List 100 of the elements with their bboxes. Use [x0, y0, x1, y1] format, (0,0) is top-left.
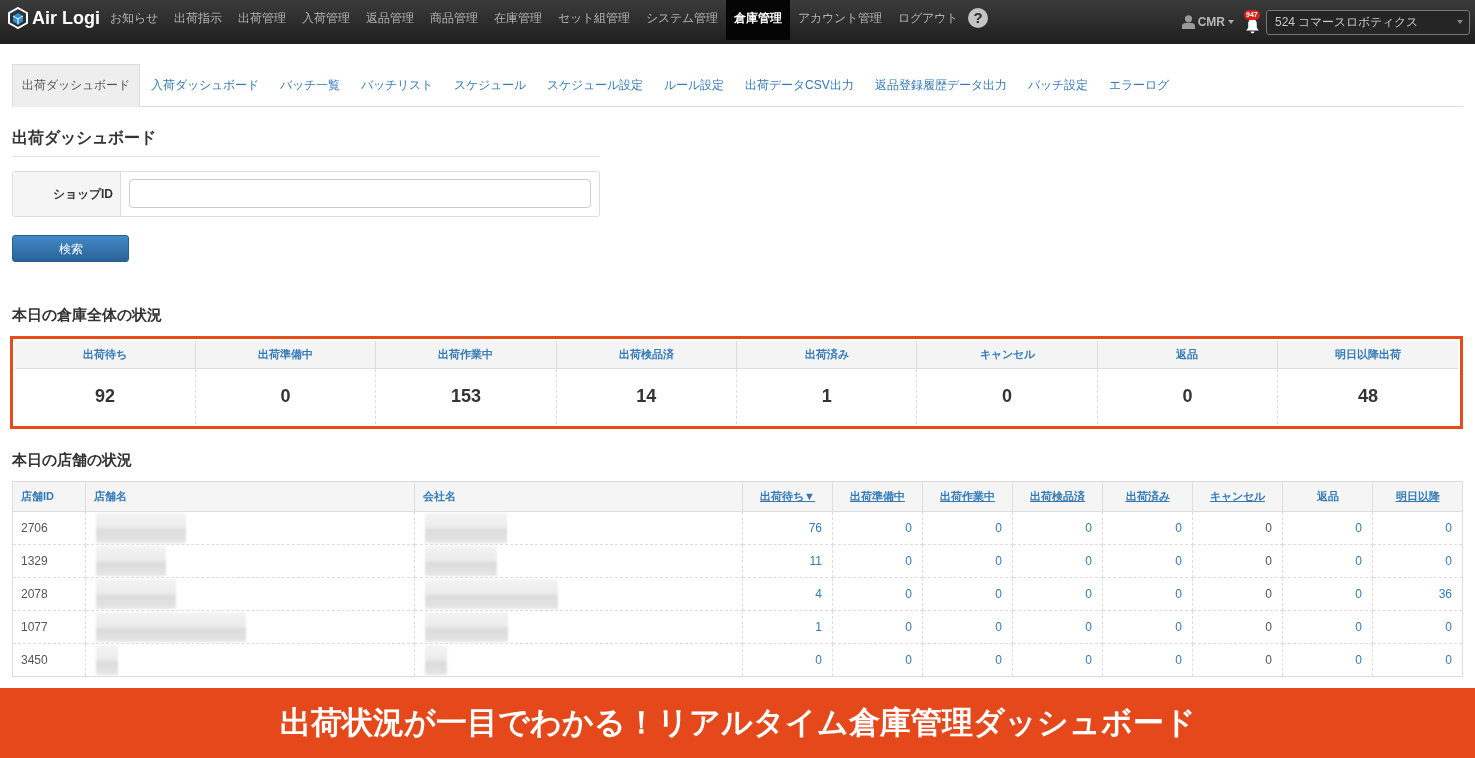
tab[interactable]: バッチ一覧 [270, 64, 350, 107]
table-cell: 0 [1192, 610, 1283, 644]
nav-menu-item[interactable]: セット組管理 [550, 0, 638, 40]
count-link[interactable]: 0 [995, 653, 1002, 667]
blurred-text [424, 645, 447, 675]
shop-id-input[interactable] [129, 179, 591, 208]
nav-menu-item[interactable]: システム管理 [638, 0, 726, 40]
count-link[interactable]: 0 [905, 653, 912, 667]
tab[interactable]: バッチ設定 [1017, 64, 1098, 107]
count-link[interactable]: 0 [1085, 620, 1092, 634]
count-link[interactable]: 0 [905, 554, 912, 568]
status-count: 92 [15, 368, 196, 424]
count-link[interactable]: 0 [1355, 521, 1362, 535]
column-header: キャンセル [916, 341, 1098, 368]
tab[interactable]: スケジュール設定 [537, 64, 653, 107]
count-link[interactable]: 0 [1445, 554, 1452, 568]
tab[interactable]: 入荷ダッシュボード [141, 64, 269, 107]
tab[interactable]: エラーログ [1098, 64, 1179, 107]
nav-menu-item[interactable]: 在庫管理 [486, 0, 550, 40]
tab[interactable]: 返品登録履歴データ出力 [864, 64, 1017, 107]
nav-menu-item[interactable]: 倉庫管理 [726, 0, 790, 40]
count-link[interactable]: 0 [1445, 521, 1452, 535]
column-header: 出荷待ち [15, 341, 196, 368]
count-link[interactable]: 4 [815, 587, 822, 601]
count-link[interactable]: 0 [995, 521, 1002, 535]
count-link[interactable]: 0 [1085, 554, 1092, 568]
table-cell: 1077 [12, 610, 86, 644]
count-link[interactable]: 0 [1445, 653, 1452, 667]
count-link[interactable]: 0 [995, 554, 1002, 568]
warehouse-select[interactable]: 524 コマースロボティクス [1266, 9, 1470, 35]
count-link[interactable]: 0 [1085, 587, 1092, 601]
cube-logo-icon [8, 7, 28, 29]
count-link[interactable]: 0 [1175, 554, 1182, 568]
table-cell: 0 [1192, 577, 1283, 611]
column-header: 店舗名 [85, 481, 414, 512]
column-header: 会社名 [414, 481, 743, 512]
table-cell: 0 [1192, 511, 1283, 545]
logo-link[interactable]: Air Logi [8, 0, 100, 36]
status-count: 0 [916, 368, 1098, 424]
count-link[interactable]: 0 [995, 620, 1002, 634]
column-header: 出荷検品済 [556, 341, 737, 368]
page-title: 出荷ダッシュボード [12, 128, 600, 157]
count-link[interactable]: 0 [995, 587, 1002, 601]
tab[interactable]: スケジュール [444, 64, 536, 107]
count-link[interactable]: 0 [905, 521, 912, 535]
caret-icon [1228, 20, 1234, 24]
section-title: 本日の倉庫全体の状況 [12, 305, 163, 325]
tab[interactable]: バッチリスト [351, 64, 443, 107]
count-link[interactable]: 0 [1175, 587, 1182, 601]
column-header: 明日以降出荷 [1277, 341, 1458, 368]
tab[interactable]: 出荷データCSV出力 [735, 64, 864, 107]
caption-banner: 出荷状況が一目でわかる！リアルタイム倉庫管理ダッシュボード [0, 688, 1475, 758]
count-link[interactable]: 0 [1355, 554, 1362, 568]
count-link[interactable]: 0 [1085, 521, 1092, 535]
column-header: 店舗ID [12, 481, 86, 512]
count-link[interactable]: 0 [1175, 521, 1182, 535]
table-cell: 0 [1192, 544, 1283, 578]
column-header: 出荷準備中 [195, 341, 376, 368]
table-cell: 2078 [12, 577, 86, 611]
count-link[interactable]: 0 [1355, 653, 1362, 667]
nav-menu-item[interactable]: 出荷指示 [166, 0, 230, 40]
count-link[interactable]: 0 [1175, 653, 1182, 667]
user-icon [1181, 15, 1195, 29]
count-link[interactable]: 0 [1355, 620, 1362, 634]
tab[interactable]: ルール設定 [654, 64, 734, 107]
status-count: 153 [375, 368, 557, 424]
nav-menu-item[interactable]: 入荷管理 [294, 0, 358, 40]
count-link[interactable]: 11 [809, 554, 822, 568]
count-link[interactable]: 0 [905, 620, 912, 634]
tab[interactable]: 出荷ダッシュボード [12, 64, 140, 107]
nav-menu-item[interactable]: ログアウト [890, 0, 966, 40]
field-label: ショップID [13, 172, 121, 216]
count-link[interactable]: 0 [1175, 620, 1182, 634]
nav-menu-item[interactable]: 出荷管理 [230, 0, 294, 40]
count-link[interactable]: 76 [808, 521, 822, 535]
nav-menu-item[interactable]: 返品管理 [358, 0, 422, 40]
user-menu[interactable]: CMR [1181, 13, 1234, 31]
count-link[interactable]: 36 [1438, 587, 1452, 601]
nav-menu-item[interactable]: アカウント管理 [790, 0, 890, 40]
nav-menu-item[interactable]: 商品管理 [422, 0, 486, 40]
column-header: 出荷作業中 [375, 341, 557, 368]
status-count: 1 [736, 368, 917, 424]
blurred-text [96, 546, 166, 576]
caret-icon [1457, 20, 1463, 24]
count-link[interactable]: 0 [1085, 653, 1092, 667]
table-cell: 1329 [12, 544, 86, 578]
column-header: 返品 [1282, 481, 1373, 512]
status-count: 0 [195, 368, 376, 424]
count-link[interactable]: 0 [1445, 620, 1452, 634]
bell-icon[interactable] [1245, 17, 1260, 34]
blurred-text [96, 645, 118, 675]
count-link[interactable]: 0 [815, 653, 822, 667]
count-link[interactable]: 0 [905, 587, 912, 601]
column-header: 出荷済み [736, 341, 917, 368]
help-button[interactable]: ? [968, 8, 988, 28]
status-count: 0 [1097, 368, 1278, 424]
count-link[interactable]: 1 [815, 620, 822, 634]
nav-menu-item[interactable]: お知らせ [102, 0, 166, 40]
count-link[interactable]: 0 [1355, 587, 1362, 601]
search-button[interactable]: 検索 [12, 235, 129, 262]
